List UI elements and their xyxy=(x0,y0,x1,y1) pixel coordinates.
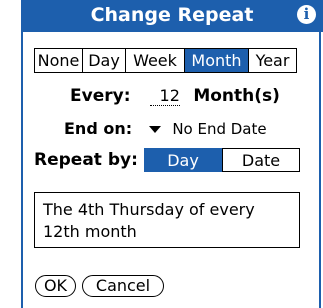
every-row: Every: 12 Month(s) xyxy=(70,86,280,106)
dialog-title: Change Repeat xyxy=(90,4,254,26)
frequency-none-button[interactable]: None xyxy=(35,49,83,72)
end-on-row: End on: No End Date xyxy=(64,119,267,138)
frequency-selector: None Day Week Month Year xyxy=(34,48,297,73)
info-icon[interactable]: i xyxy=(297,5,316,24)
change-repeat-dialog: Change Repeat i None Day Week Month Year… xyxy=(0,0,323,308)
every-unit: Month(s) xyxy=(193,86,280,106)
repeat-by-label: Repeat by: xyxy=(34,150,138,170)
every-label: Every: xyxy=(70,86,131,106)
repeat-description: The 4th Thursday of every 12th month xyxy=(34,192,300,248)
title-bar: Change Repeat i xyxy=(21,0,323,32)
end-on-label: End on: xyxy=(64,119,133,138)
frequency-year-button[interactable]: Year xyxy=(249,49,296,72)
end-on-picker[interactable]: No End Date xyxy=(172,120,266,138)
frequency-week-button[interactable]: Week xyxy=(126,49,185,72)
ok-button[interactable]: OK xyxy=(35,275,76,297)
dropdown-triangle-icon[interactable] xyxy=(149,126,162,133)
cancel-button[interactable]: Cancel xyxy=(82,275,164,297)
repeat-by-date-button[interactable]: Date xyxy=(222,148,300,172)
frequency-day-button[interactable]: Day xyxy=(83,49,126,72)
frequency-month-button[interactable]: Month xyxy=(185,49,249,72)
repeat-by-day-button[interactable]: Day xyxy=(144,148,222,172)
every-value-field[interactable]: 12 xyxy=(149,86,180,106)
